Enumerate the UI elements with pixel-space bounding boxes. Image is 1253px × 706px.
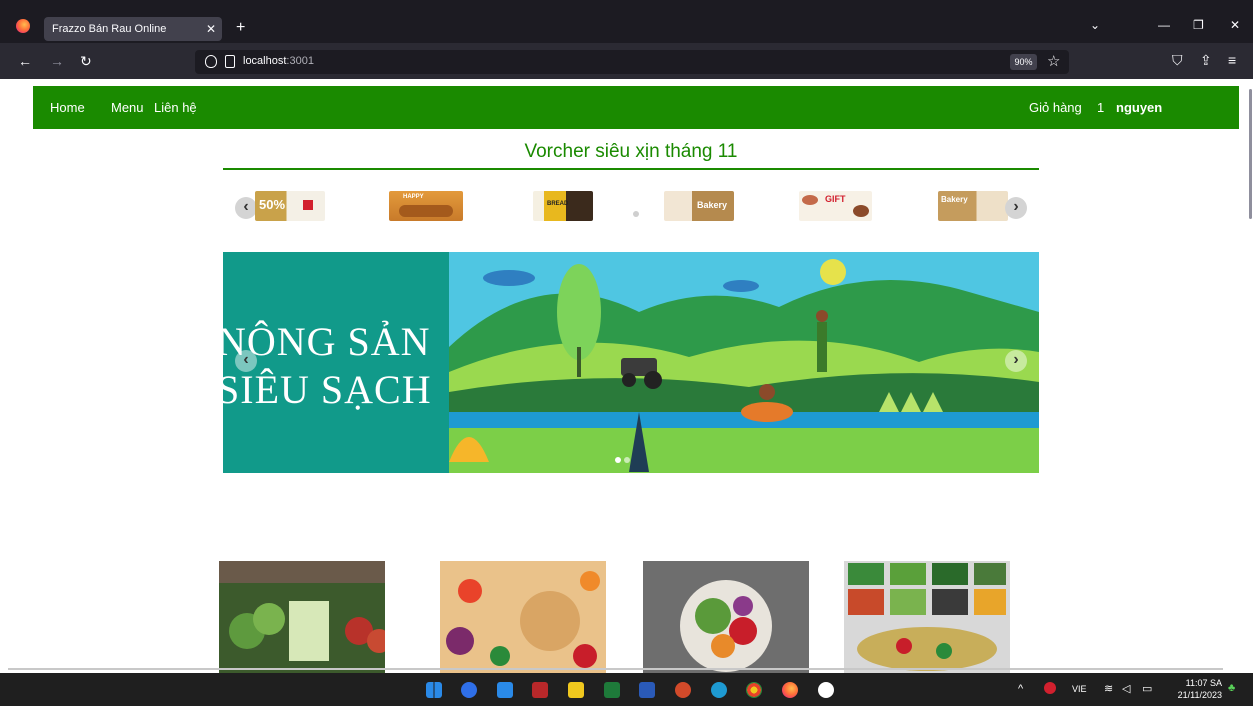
os-taskbar: ^ VIE ≋ ◁ ▭ 11:07 SA 21/11/2023 ♣ <box>0 673 1253 706</box>
voucher-carousel-dot[interactable] <box>633 211 639 217</box>
nav-cart-link[interactable]: Giỏ hàng <box>1029 100 1082 115</box>
app-white-icon[interactable] <box>818 682 834 698</box>
battery-icon[interactable]: ▭ <box>1142 682 1152 695</box>
product-image[interactable] <box>219 561 385 673</box>
voucher-gift-icon <box>303 200 313 210</box>
clock[interactable]: 11:07 SA 21/11/2023 <box>1170 677 1222 701</box>
voucher-divider <box>223 168 1039 170</box>
tab-title: Frazzo Bán Rau Online <box>52 23 167 35</box>
app-red-icon[interactable] <box>532 682 548 698</box>
restore-icon[interactable]: ❐ <box>1193 18 1204 32</box>
volume-icon[interactable]: ◁ <box>1122 682 1130 695</box>
language-indicator[interactable]: VIE <box>1072 684 1087 694</box>
sticky-notes-icon[interactable] <box>568 682 584 698</box>
powerpoint-icon[interactable] <box>675 682 691 698</box>
zoom-level-button[interactable]: 90% <box>1010 54 1037 70</box>
voucher-card[interactable]: GIFT <box>799 191 872 221</box>
voucher-card[interactable]: 50% <box>255 191 325 221</box>
excel-icon[interactable] <box>604 682 620 698</box>
voucher-bread-image <box>399 205 453 217</box>
edge-icon[interactable] <box>711 682 727 698</box>
close-window-icon[interactable]: ✕ <box>1230 18 1240 32</box>
voucher-label: 50% <box>259 197 286 212</box>
voucher-donut-image <box>802 195 818 205</box>
horizontal-scrollbar[interactable] <box>8 668 1223 670</box>
url-text[interactable]: localhost:3001 <box>243 55 314 67</box>
notification-bell-icon[interactable]: ♣ <box>1228 682 1235 694</box>
banner-line-2: SIÊU SẠCH <box>223 367 432 412</box>
app-menu-icon[interactable]: ≡ <box>1228 52 1236 68</box>
banner-prev-icon[interactable]: ‹ <box>235 350 257 372</box>
reload-icon[interactable]: ↻ <box>80 53 92 69</box>
voucher-label: Bakery <box>697 200 728 210</box>
firefox-icon[interactable] <box>16 19 30 33</box>
banner-carousel-dot[interactable] <box>624 457 630 463</box>
nav-contact-link[interactable]: Liên hệ <box>154 100 197 115</box>
vscode-icon[interactable] <box>497 682 513 698</box>
voucher-card[interactable]: Bakery <box>664 191 734 221</box>
site-navbar: Home Menu Liên hệ Giỏ hàng 1 nguyen <box>33 86 1239 129</box>
voucher-next-icon[interactable]: › <box>1005 197 1027 219</box>
page-icon <box>225 55 235 68</box>
farm-illustration <box>449 252 1039 473</box>
voucher-label: Bakery <box>941 195 968 204</box>
clock-date: 21/11/2023 <box>1177 690 1222 700</box>
product-image[interactable] <box>844 561 1010 673</box>
wifi-icon[interactable]: ≋ <box>1104 682 1113 695</box>
firefox-taskbar-icon[interactable] <box>782 682 798 698</box>
voucher-card[interactable]: Bakery <box>938 191 1008 221</box>
voucher-card[interactable]: BREAD <box>533 191 593 221</box>
minimize-icon[interactable]: — <box>1158 18 1170 32</box>
word-icon[interactable] <box>639 682 655 698</box>
extensions-icon[interactable]: ⇪ <box>1200 52 1212 69</box>
product-image[interactable] <box>643 561 809 673</box>
pocket-icon[interactable]: ⛉ <box>1172 52 1183 69</box>
page-scrollbar[interactable] <box>1249 89 1252 219</box>
clock-time: 11:07 SA <box>1185 678 1222 688</box>
url-port: :3001 <box>286 55 314 67</box>
url-bar[interactable]: localhost:3001 <box>195 50 1069 74</box>
tray-app-icon[interactable] <box>1044 682 1056 694</box>
windows-start-icon[interactable] <box>426 682 442 698</box>
page-viewport: Home Menu Liên hệ Giỏ hàng 1 nguyen Vorc… <box>0 79 1253 673</box>
banner-next-icon[interactable]: › <box>1005 350 1027 372</box>
voucher-label: GIFT <box>825 194 846 204</box>
hero-banner-carousel[interactable]: NÔNG SẢN SIÊU SẠCH ‹ › <box>223 252 1039 473</box>
cart-count: 1 <box>1097 100 1105 115</box>
tray-overflow-icon[interactable]: ^ <box>1018 683 1023 695</box>
bookmark-star-icon[interactable]: ☆ <box>1047 52 1060 70</box>
url-host: localhost <box>243 55 287 67</box>
browser-tab-bar: Frazzo Bán Rau Online ✕ + ⌄ — ❐ ✕ <box>0 0 1253 43</box>
nav-menu-link[interactable]: Menu <box>111 100 144 115</box>
nav-home-link[interactable]: Home <box>50 100 85 115</box>
voucher-card[interactable]: HAPPY <box>389 191 463 221</box>
voucher-donut-image <box>853 205 869 217</box>
forward-icon[interactable]: → <box>50 53 64 69</box>
voucher-section-title: Vorcher siêu xịn tháng 11 <box>524 141 738 162</box>
user-name-link[interactable]: nguyen <box>1116 100 1162 115</box>
back-icon[interactable]: ← <box>18 53 32 69</box>
voucher-prev-icon[interactable]: ‹ <box>235 197 257 219</box>
voucher-label: BREAD <box>547 201 569 207</box>
browser-tab[interactable]: Frazzo Bán Rau Online ✕ <box>44 17 222 41</box>
shield-icon[interactable] <box>205 55 217 68</box>
chrome-icon[interactable] <box>746 682 762 698</box>
zalo-icon[interactable] <box>461 682 477 698</box>
new-tab-icon[interactable]: + <box>236 17 245 39</box>
banner-carousel-dot[interactable] <box>615 457 621 463</box>
tab-list-icon[interactable]: ⌄ <box>1090 18 1100 32</box>
close-tab-icon[interactable]: ✕ <box>206 17 216 41</box>
product-image[interactable] <box>440 561 606 673</box>
voucher-label: HAPPY <box>403 194 424 200</box>
